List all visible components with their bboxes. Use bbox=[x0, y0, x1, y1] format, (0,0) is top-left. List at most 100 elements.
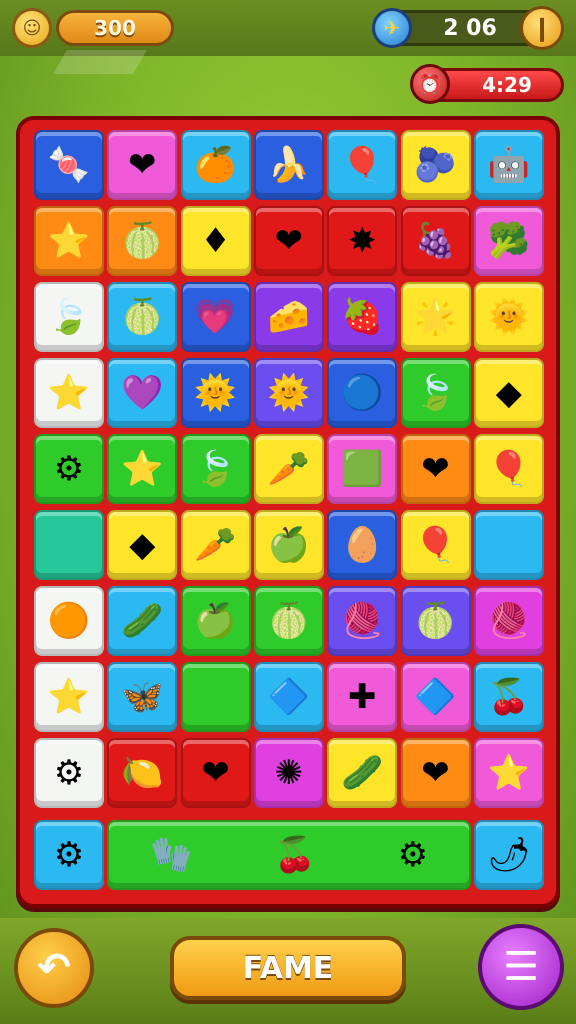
tile[interactable]: 🎈 bbox=[473, 434, 544, 504]
tile[interactable]: ⭐ bbox=[473, 738, 544, 808]
tile[interactable]: ◆ bbox=[473, 358, 544, 428]
tile[interactable]: 🦋 bbox=[107, 662, 178, 732]
tile[interactable]: 🥒 bbox=[107, 586, 178, 656]
tile-candy-icon: ⭐ bbox=[47, 373, 91, 413]
tile[interactable]: 🥚 bbox=[327, 510, 398, 580]
tile[interactable]: 🍈 bbox=[253, 586, 324, 656]
tile[interactable]: 🥒 bbox=[327, 738, 398, 808]
tile[interactable]: 🍬 bbox=[34, 130, 104, 200]
pause-button[interactable]: ❙ bbox=[520, 6, 564, 50]
tile[interactable]: 🟩 bbox=[327, 434, 398, 504]
tile[interactable]: 🤖 bbox=[473, 130, 544, 200]
tile[interactable]: 🫐 bbox=[400, 130, 471, 200]
tile-candy-icon: 🍓 bbox=[341, 297, 384, 337]
tile[interactable]: ✺ bbox=[253, 738, 324, 808]
tile[interactable]: 🥕 bbox=[253, 434, 324, 504]
tile-candy-icon: 🍇 bbox=[414, 221, 457, 261]
tile-candy-icon: ❤ bbox=[421, 753, 450, 793]
tile[interactable]: ⭐ bbox=[107, 434, 178, 504]
undo-button[interactable]: ↶ bbox=[14, 928, 94, 1008]
tile-candy-icon: 🍏 bbox=[267, 525, 311, 565]
tile[interactable]: 🍇 bbox=[400, 206, 471, 276]
tile[interactable]: 🍊 bbox=[180, 130, 251, 200]
tile[interactable]: 🍈 bbox=[107, 206, 178, 276]
tile-candy-icon: ♦ bbox=[200, 221, 231, 261]
tile[interactable]: 🎈 bbox=[327, 130, 398, 200]
tile[interactable]: 🧀 bbox=[253, 282, 324, 352]
tile-candy-icon: 🤖 bbox=[487, 145, 530, 185]
tile[interactable]: ❤ bbox=[107, 130, 178, 200]
clock-icon: ⏰ bbox=[410, 64, 450, 104]
tile[interactable] bbox=[34, 510, 104, 580]
tile[interactable]: ⭐ bbox=[34, 662, 104, 732]
tile[interactable]: ✚ bbox=[327, 662, 398, 732]
tile[interactable]: 🍏 bbox=[253, 510, 324, 580]
tile-candy-icon: 🫐 bbox=[414, 145, 457, 185]
tile[interactable]: 🍃 bbox=[34, 282, 104, 352]
fame-button[interactable]: FAME bbox=[170, 936, 406, 1000]
tile[interactable]: 🍋 bbox=[107, 738, 178, 808]
tile[interactable]: 🥦 bbox=[473, 206, 544, 276]
tile[interactable]: ⚙ bbox=[34, 820, 104, 890]
background-stripe bbox=[53, 50, 147, 74]
tile-candy-icon: 🍋 bbox=[121, 753, 164, 793]
tile[interactable]: 🧶 bbox=[473, 586, 544, 656]
tile[interactable]: 🍃 bbox=[400, 358, 471, 428]
tile[interactable]: ⚙ bbox=[34, 434, 104, 504]
tile[interactable]: 🌶 bbox=[473, 820, 544, 890]
tile[interactable] bbox=[180, 662, 251, 732]
tile[interactable]: 🌞 bbox=[473, 282, 544, 352]
tile[interactable]: 🍌 bbox=[253, 130, 324, 200]
tile[interactable]: ❤ bbox=[400, 738, 471, 808]
menu-icon: ☰ bbox=[503, 944, 539, 990]
tile[interactable]: ♦ bbox=[180, 206, 251, 276]
tile-candy-icon: 🥚 bbox=[341, 525, 384, 565]
tile[interactable]: 🔵 bbox=[327, 358, 398, 428]
tile-candy-icon: 🥕 bbox=[194, 525, 237, 565]
tile[interactable]: 🍃 bbox=[180, 434, 251, 504]
tile-candy-icon: 🍈 bbox=[121, 297, 164, 337]
tile-candy-icon: 🧶 bbox=[487, 601, 530, 641]
tile[interactable] bbox=[473, 510, 544, 580]
tile-candy-icon: 🟩 bbox=[341, 449, 384, 489]
tile-candy-icon: 🍬 bbox=[47, 145, 91, 185]
tile[interactable]: ⭐ bbox=[34, 206, 104, 276]
tile-candy-icon: 🍃 bbox=[414, 373, 457, 413]
tile[interactable]: 🎈 bbox=[400, 510, 471, 580]
game-board: 🍬 ❤ 🍊 🍌 🎈 🫐 🤖 ⭐ 🍈 ♦ ❤ ✸ 🍇 🥦 🍃 🍈 💗 🧀 🍓 🌟 🌞 ⭐ 💜 🌞 🌞 🔵 🍃 ◆ ⚙ ⭐ 🍃 🥕 🟩 ❤ 🎈 ◆ 🥕 🍏 🥚 🎈… bbox=[16, 116, 560, 908]
tile-candy-icon: ⚙ bbox=[53, 449, 85, 489]
tile[interactable]: 🔷 bbox=[400, 662, 471, 732]
tile[interactable]: 🌞 bbox=[253, 358, 324, 428]
tile[interactable]: 💜 bbox=[107, 358, 178, 428]
tile[interactable]: ❤ bbox=[180, 738, 251, 808]
tile[interactable]: 🔷 bbox=[253, 662, 324, 732]
special-bar-tile[interactable]: 🧤 🍒 ⚙ bbox=[107, 820, 471, 890]
tile-candy-icon: 🍈 bbox=[121, 221, 164, 261]
tile-candy-icon: 🥦 bbox=[487, 221, 530, 261]
tile[interactable]: 🍒 bbox=[473, 662, 544, 732]
tile[interactable]: ✸ bbox=[327, 206, 398, 276]
tile[interactable]: ❤ bbox=[400, 434, 471, 504]
tile[interactable]: 🥕 bbox=[180, 510, 251, 580]
tile-candy-icon: 🟠 bbox=[47, 601, 91, 641]
tile[interactable]: 🍈 bbox=[107, 282, 178, 352]
tile[interactable]: 🧶 bbox=[327, 586, 398, 656]
tile[interactable]: ⚙ bbox=[34, 738, 104, 808]
tile[interactable]: 🟠 bbox=[34, 586, 104, 656]
tile-candy-icon: ⚙ bbox=[53, 753, 85, 793]
tile[interactable]: ◆ bbox=[107, 510, 178, 580]
pepper-icon: 🌶 bbox=[487, 835, 531, 875]
tile[interactable]: 🌞 bbox=[180, 358, 251, 428]
tile[interactable]: 🍈 bbox=[400, 586, 471, 656]
bar-candy-icon: 🍒 bbox=[273, 835, 317, 875]
tile[interactable]: 💗 bbox=[180, 282, 251, 352]
tile-candy-icon: ◆ bbox=[495, 373, 522, 413]
tile[interactable]: ❤ bbox=[253, 206, 324, 276]
tile[interactable]: 🍓 bbox=[327, 282, 398, 352]
plane-icon: ✈ bbox=[372, 8, 412, 48]
tile-candy-icon: 🎈 bbox=[341, 145, 384, 185]
tile[interactable]: 🌟 bbox=[400, 282, 471, 352]
tile[interactable]: ⭐ bbox=[34, 358, 104, 428]
menu-button[interactable]: ☰ bbox=[478, 924, 564, 1010]
tile[interactable]: 🍏 bbox=[180, 586, 251, 656]
